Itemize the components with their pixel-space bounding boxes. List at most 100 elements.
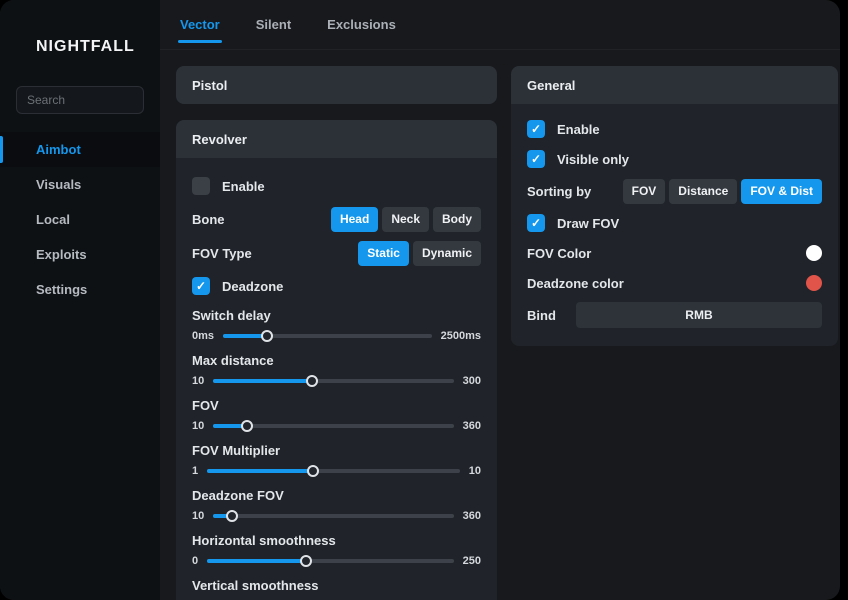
fov-type-label: FOV Type [192,246,252,261]
deadzone-row: Deadzone [192,270,481,302]
slider-handle[interactable] [241,420,253,432]
tab-vector[interactable]: Vector [178,13,222,36]
sorting-option-fov[interactable]: FOV [623,179,666,204]
slider-track[interactable] [213,514,453,518]
slider-handle[interactable] [261,330,273,342]
sidebar-item-local[interactable]: Local [0,202,160,237]
revolver-body: Enable Bone Head Neck Body FOV Type [176,158,497,600]
slider-handle[interactable] [226,510,238,522]
slider-track[interactable] [213,379,453,383]
slider-label: Vertical smoothness [192,578,481,594]
fov-type-row: FOV Type Static Dynamic [192,236,481,270]
slider-fov-multiplier: FOV Multiplier 1 10 [192,437,481,482]
fov-type-option-dynamic[interactable]: Dynamic [413,241,481,266]
slider-min-value: 10 [192,375,204,387]
slider-vertical-smoothness: Vertical smoothness 0 250 [192,572,481,600]
slider-max-value: 10 [469,465,481,477]
slider-row: 0 250 [192,549,481,572]
search-input[interactable] [16,86,144,114]
main-area: Vector Silent Exclusions Pistol Revolver [160,0,840,600]
tab-exclusions[interactable]: Exclusions [325,13,398,36]
deadzone-color-swatch[interactable] [806,275,822,291]
bone-options: Head Neck Body [331,207,481,232]
general-header[interactable]: General [511,66,838,104]
slider-track[interactable] [207,469,460,473]
sidebar-item-aimbot[interactable]: Aimbot [0,132,160,167]
bone-label: Bone [192,212,225,227]
fov-color-label: FOV Color [527,246,591,261]
sorting-option-distance[interactable]: Distance [669,179,737,204]
enable-checkbox[interactable] [192,177,210,195]
bind-label: Bind [527,308,556,323]
draw-fov-checkbox[interactable] [527,214,545,232]
bind-button[interactable]: RMB [576,302,822,328]
slider-min-value: 10 [192,420,204,432]
fov-type-option-static[interactable]: Static [358,241,409,266]
slider-track[interactable] [223,334,432,338]
slider-row: 0 250 [192,594,481,600]
slider-handle[interactable] [307,465,319,477]
sidebar-item-settings[interactable]: Settings [0,272,160,307]
slider-handle[interactable] [306,375,318,387]
sorting-options: FOV Distance FOV & Dist [623,179,822,204]
revolver-panel: Revolver Enable Bone Head Neck [176,120,497,600]
fov-color-swatch[interactable] [806,245,822,261]
bone-option-body[interactable]: Body [433,207,481,232]
sorting-option-fov-dist[interactable]: FOV & Dist [741,179,822,204]
slider-max-value: 360 [463,510,481,522]
sidebar-item-exploits[interactable]: Exploits [0,237,160,272]
slider-label: Horizontal smoothness [192,533,481,549]
app-window: NIGHTFALL Aimbot Visuals Local Exploits … [0,0,840,600]
draw-fov-label: Draw FOV [557,216,619,231]
slider-switch-delay: Switch delay 0ms 2500ms [192,302,481,347]
sidebar: NIGHTFALL Aimbot Visuals Local Exploits … [0,0,160,600]
slider-row: 10 300 [192,369,481,392]
slider-row: 1 10 [192,459,481,482]
slider-max-distance: Max distance 10 300 [192,347,481,392]
slider-max-value: 2500ms [441,330,481,342]
visible-only-label: Visible only [557,152,629,167]
enable-row: Enable [192,170,481,202]
slider-fill [207,559,306,563]
app-title: NIGHTFALL [0,0,160,56]
slider-row: 10 360 [192,504,481,527]
slider-max-value: 250 [463,555,481,567]
deadzone-color-label: Deadzone color [527,276,624,291]
draw-fov-row: Draw FOV [527,208,822,238]
search-wrap [0,56,160,114]
slider-fill [213,379,312,383]
slider-track[interactable] [213,424,453,428]
sorting-label: Sorting by [527,184,591,199]
left-column: Pistol Revolver Enable Bone [176,66,497,600]
revolver-title: Revolver [192,132,247,147]
bone-option-head[interactable]: Head [331,207,378,232]
slider-fill [207,469,313,473]
slider-row: 10 360 [192,414,481,437]
right-column: General Enable Visible only Sorting by [511,66,838,600]
slider-min-value: 0ms [192,330,214,342]
revolver-header[interactable]: Revolver [176,120,497,158]
tab-bar: Vector Silent Exclusions [160,0,840,50]
slider-fov: FOV 10 360 [192,392,481,437]
slider-min-value: 1 [192,465,198,477]
general-enable-row: Enable [527,114,822,144]
visible-only-checkbox[interactable] [527,150,545,168]
deadzone-checkbox[interactable] [192,277,210,295]
deadzone-label: Deadzone [222,279,283,294]
slider-label: FOV Multiplier [192,443,481,459]
slider-label: Max distance [192,353,481,369]
general-body: Enable Visible only Sorting by FOV Dista… [511,104,838,346]
slider-row: 0ms 2500ms [192,324,481,347]
tab-silent[interactable]: Silent [254,13,293,36]
sidebar-item-visuals[interactable]: Visuals [0,167,160,202]
general-panel: General Enable Visible only Sorting by [511,66,838,346]
bone-option-neck[interactable]: Neck [382,207,429,232]
bind-row: Bind RMB [527,298,822,332]
pistol-header[interactable]: Pistol [176,66,497,104]
general-enable-checkbox[interactable] [527,120,545,138]
slider-handle[interactable] [300,555,312,567]
deadzone-color-row: Deadzone color [527,268,822,298]
general-enable-label: Enable [557,122,600,137]
slider-track[interactable] [207,559,454,563]
fov-color-row: FOV Color [527,238,822,268]
